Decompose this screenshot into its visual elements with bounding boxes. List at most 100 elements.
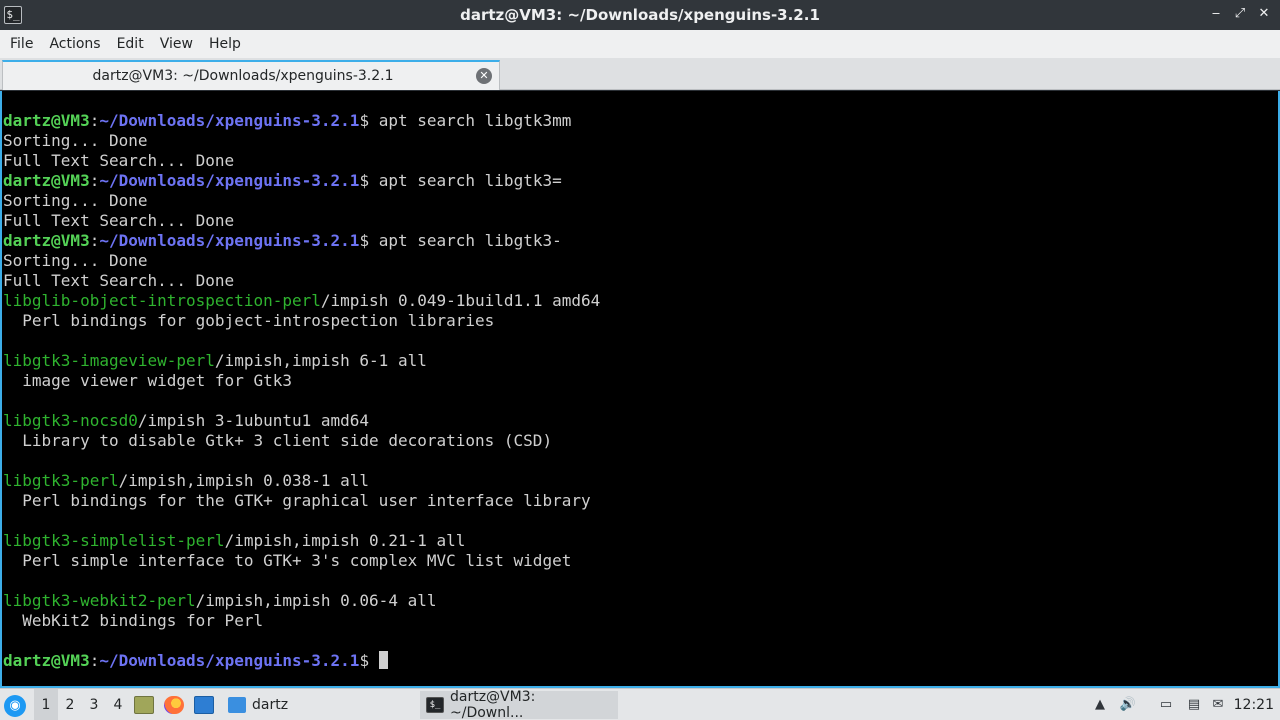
package-name: libglib-object-introspection-perl [3,291,321,310]
package-name: libgtk3-webkit2-perl [3,591,196,610]
package-name: libgtk3-perl [3,471,119,490]
taskbar: ◉ 1 2 3 4 dartz $_ dartz@VM3: ~/Downl...… [0,688,1280,720]
prompt-symbol: $ [359,171,379,190]
prompt-separator: : [89,651,100,670]
package-line: libgtk3-webkit2-perl/impish,impish 0.06-… [3,591,1278,611]
desktop-3[interactable]: 3 [82,689,106,720]
app-launcher-icon[interactable]: ◉ [4,695,26,717]
package-details: /impish,impish 0.038-1 all [118,471,370,490]
prompt-symbol: $ [359,651,379,670]
command-text: apt search libgtk3- [378,231,562,250]
output-text: Perl simple interface to GTK+ 3's comple… [3,551,572,570]
package-details: /impish 0.049-1build1.1 amd64 [320,291,601,310]
clipboard-icon[interactable]: ▤ [1184,695,1204,715]
output-line: Perl bindings for gobject-introspection … [3,311,1278,331]
output-text: Library to disable Gtk+ 3 client side de… [3,431,553,450]
output-text: image viewer widget for Gtk3 [3,371,292,390]
output-text: Full Text Search... Done [3,211,235,230]
output-text: Sorting... Done [3,131,148,150]
show-desktop-launcher-icon[interactable] [194,696,214,714]
window-titlebar[interactable]: $_ dartz@VM3: ~/Downloads/xpenguins-3.2.… [0,0,1280,30]
menu-actions[interactable]: Actions [41,30,108,58]
menu-bar: File Actions Edit View Help [0,30,1280,58]
output-text: Perl bindings for gobject-introspection … [3,311,495,330]
package-line: libgtk3-imageview-perl/impish,impish 6-1… [3,351,1278,371]
package-name: libgtk3-simplelist-perl [3,531,225,550]
notifications-icon[interactable]: ✉ [1208,695,1228,715]
command-text: apt search libgtk3= [378,171,562,190]
output-text: Sorting... Done [3,191,148,210]
prompt-symbol: $ [359,111,379,130]
package-details: /impish,impish 6-1 all [214,351,427,370]
volume-icon[interactable]: 🔊 [1118,695,1138,715]
output-line: Perl simple interface to GTK+ 3's comple… [3,551,1278,571]
prompt-line: dartz@VM3:~/Downloads/xpenguins-3.2.1$ a… [3,231,1278,251]
menu-edit[interactable]: Edit [109,30,152,58]
output-line: Sorting... Done [3,131,1278,151]
output-line: Perl bindings for the GTK+ graphical use… [3,491,1278,511]
firefox-launcher-icon[interactable] [164,696,184,714]
prompt-user: dartz@VM3 [3,651,90,670]
updates-icon[interactable]: ▲ [1090,695,1110,715]
prompt-separator: : [89,111,100,130]
package-name: libgtk3-imageview-perl [3,351,215,370]
maximize-icon[interactable]: ⤢ [1230,4,1250,24]
task-label: dartz [252,697,289,713]
package-details: /impish,impish 0.21-1 all [224,531,466,550]
prompt-path: ~/Downloads/xpenguins-3.2.1 [99,111,360,130]
file-manager-launcher-icon[interactable] [134,696,154,714]
output-line: Library to disable Gtk+ 3 client side de… [3,431,1278,451]
desktop-2[interactable]: 2 [58,689,82,720]
desktop-switcher: 1 2 3 4 [34,689,130,720]
minimize-icon[interactable]: ‒ [1206,4,1226,24]
prompt-path: ~/Downloads/xpenguins-3.2.1 [99,231,360,250]
tab-terminal-session[interactable]: dartz@VM3: ~/Downloads/xpenguins-3.2.1 ✕ [2,60,500,90]
output-text: Sorting... Done [3,251,148,270]
package-line: libgtk3-nocsd0/impish 3-1ubuntu1 amd64 [3,411,1278,431]
output-line: Sorting... Done [3,191,1278,211]
desktop-4[interactable]: 4 [106,689,130,720]
tab-label: dartz@VM3: ~/Downloads/xpenguins-3.2.1 [92,68,394,84]
task-label: dartz@VM3: ~/Downl... [450,689,536,720]
prompt-path: ~/Downloads/xpenguins-3.2.1 [99,171,360,190]
close-icon[interactable]: ✕ [1254,4,1274,24]
window-controls: ‒ ⤢ ✕ [1206,4,1274,24]
tab-close-icon[interactable]: ✕ [476,68,492,84]
package-line: libglib-object-introspection-perl/impish… [3,291,1278,311]
prompt-separator: : [89,231,100,250]
desktop-1[interactable]: 1 [34,689,58,720]
prompt-user: dartz@VM3 [3,231,90,250]
task-terminal[interactable]: $_ dartz@VM3: ~/Downl... [420,689,618,720]
output-text: Full Text Search... Done [3,151,235,170]
prompt-user: dartz@VM3 [3,171,90,190]
prompt-path: ~/Downloads/xpenguins-3.2.1 [99,651,360,670]
terminal-output[interactable]: dartz@VM3:~/Downloads/xpenguins-3.2.1$ a… [0,91,1280,688]
output-text: Perl bindings for the GTK+ graphical use… [3,491,591,510]
output-line: image viewer widget for Gtk3 [3,371,1278,391]
menu-view[interactable]: View [152,30,201,58]
menu-file[interactable]: File [2,30,41,58]
prompt-line: dartz@VM3:~/Downloads/xpenguins-3.2.1$ [3,651,1278,671]
package-line: libgtk3-simplelist-perl/impish,impish 0.… [3,531,1278,551]
command-text: apt search libgtk3mm [378,111,572,130]
output-text: WebKit2 bindings for Perl [3,611,264,630]
window-title: dartz@VM3: ~/Downloads/xpenguins-3.2.1 [460,6,820,24]
output-text: Full Text Search... Done [3,271,235,290]
prompt-line: dartz@VM3:~/Downloads/xpenguins-3.2.1$ a… [3,111,1278,131]
output-line: Full Text Search... Done [3,151,1278,171]
package-details: /impish 3-1ubuntu1 amd64 [137,411,370,430]
text-cursor [378,651,388,669]
network-icon[interactable]: ▭ [1156,695,1176,715]
menu-help[interactable]: Help [201,30,249,58]
clock[interactable]: 12:21 [1234,689,1274,720]
task-dartz-folder[interactable]: dartz [222,691,294,719]
output-line: Full Text Search... Done [3,271,1278,291]
terminal-icon: $_ [426,697,444,713]
folder-icon [228,697,246,713]
